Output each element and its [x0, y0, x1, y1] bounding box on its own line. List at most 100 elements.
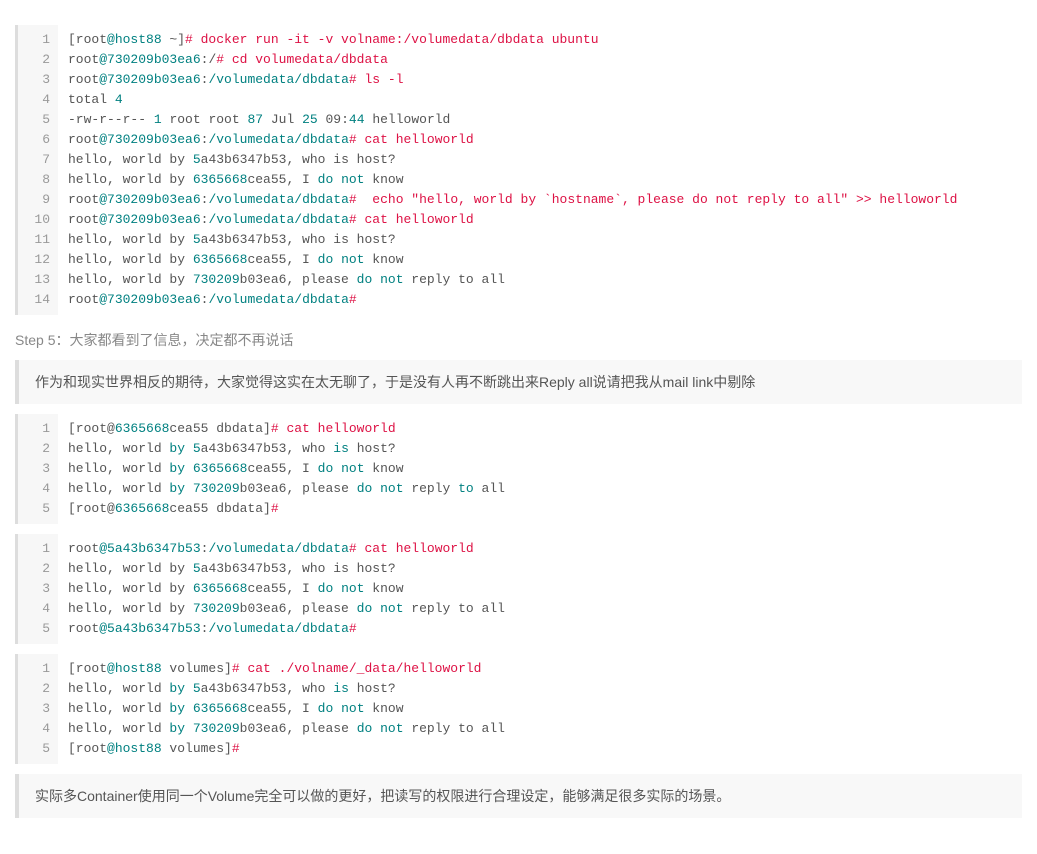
code-token: # cat helloworld	[349, 132, 474, 147]
code-token: root	[68, 72, 99, 87]
line-number: 3	[22, 579, 50, 599]
code-token: 25	[302, 112, 318, 127]
code-token: cea55 dbdata]	[169, 421, 270, 436]
code-token: not	[341, 461, 364, 476]
code-token: #	[349, 292, 357, 307]
code-token: #	[232, 741, 240, 756]
line-number: 2	[22, 50, 50, 70]
line-number: 5	[22, 499, 50, 519]
code-token: is	[333, 681, 349, 696]
code-token: 730209	[193, 272, 240, 287]
line-numbers: 12345	[18, 654, 58, 764]
code-token: reply to all	[404, 721, 505, 736]
code-token: cea55, I	[247, 701, 317, 716]
code-token: @730209b03ea6	[99, 132, 200, 147]
code-token: not	[380, 601, 403, 616]
code-token	[333, 461, 341, 476]
line-number: 6	[22, 130, 50, 150]
code-token	[372, 721, 380, 736]
code-token: hello, world by	[68, 561, 193, 576]
code-line: root@5a43b6347b53:/volumedata/dbdata#	[68, 619, 1012, 639]
code-token: root	[68, 132, 99, 147]
line-number: 7	[22, 150, 50, 170]
code-token: all	[474, 481, 505, 496]
code-line: hello, world by 730209b03ea6, please do …	[68, 599, 1012, 619]
code-token	[185, 721, 193, 736]
code-token: hello, world by	[68, 581, 193, 596]
code-token: hello, world by	[68, 252, 193, 267]
line-number: 4	[22, 599, 50, 619]
code-token: 1	[154, 112, 162, 127]
line-number: 11	[22, 230, 50, 250]
code-token: 5	[193, 681, 201, 696]
code-content[interactable]: [root@6365668cea55 dbdata]# cat hellowor…	[58, 414, 1022, 524]
code-token: 4	[115, 92, 123, 107]
code-token: @730209b03ea6	[99, 212, 200, 227]
code-content[interactable]: [root@host88 volumes]# cat ./volname/_da…	[58, 654, 1022, 764]
code-token: by	[169, 461, 185, 476]
code-token: volumes]	[162, 661, 232, 676]
line-number: 9	[22, 190, 50, 210]
code-token: /volumedata/dbdata	[208, 541, 348, 556]
code-token: a43b6347b53, who is host?	[201, 152, 396, 167]
code-line: [root@host88 ~]# docker run -it -v volna…	[68, 30, 1012, 50]
code-token: hello, world by	[68, 232, 193, 247]
code-token: root	[68, 52, 99, 67]
code-token	[333, 172, 341, 187]
code-token	[333, 252, 341, 267]
code-token: hello, world	[68, 481, 169, 496]
code-token: do	[357, 272, 373, 287]
code-token: 5	[193, 152, 201, 167]
line-number: 4	[22, 719, 50, 739]
code-token: by	[169, 701, 185, 716]
line-number: 14	[22, 290, 50, 310]
code-token: 6365668	[193, 172, 248, 187]
code-token: volumes]	[162, 741, 232, 756]
code-token: [root@	[68, 501, 115, 516]
code-token: by	[169, 721, 185, 736]
line-number: 4	[22, 479, 50, 499]
code-token: 5	[193, 232, 201, 247]
code-token: 730209	[193, 481, 240, 496]
code-token: :/	[201, 52, 217, 67]
code-token: host?	[349, 441, 396, 456]
code-token: @5a43b6347b53	[99, 541, 200, 556]
code-token: b03ea6, please	[240, 601, 357, 616]
code-token: 6365668	[193, 461, 248, 476]
code-token: @730209b03ea6	[99, 72, 200, 87]
code-token: do	[357, 481, 373, 496]
code-token: not	[380, 272, 403, 287]
code-line: root@5a43b6347b53:/volumedata/dbdata# ca…	[68, 539, 1012, 559]
code-token: @730209b03ea6	[99, 192, 200, 207]
code-token: root	[68, 621, 99, 636]
code-token: a43b6347b53, who is host?	[201, 232, 396, 247]
code-token: cea55, I	[247, 581, 317, 596]
code-token: 09:	[318, 112, 349, 127]
code-token: #	[349, 192, 357, 207]
code-token: hello, world by	[68, 272, 193, 287]
code-token: # ls -l	[349, 72, 404, 87]
code-line: root@730209b03ea6:/volumedata/dbdata# ca…	[68, 130, 1012, 150]
code-line: total 4	[68, 90, 1012, 110]
code-content[interactable]: [root@host88 ~]# docker run -it -v volna…	[58, 25, 1022, 315]
code-line: [root@6365668cea55 dbdata]# cat hellowor…	[68, 419, 1012, 439]
code-token: total	[68, 92, 115, 107]
code-token: not	[341, 172, 364, 187]
line-number: 1	[22, 30, 50, 50]
code-token: do	[318, 252, 334, 267]
code-token: 730209	[193, 721, 240, 736]
step-title: Step 5：大家都看到了信息，决定都不再说话	[15, 330, 1022, 350]
code-token: reply to all	[404, 601, 505, 616]
code-content[interactable]: root@5a43b6347b53:/volumedata/dbdata# ca…	[58, 534, 1022, 644]
code-line: hello, world by 5a43b6347b53, who is hos…	[68, 679, 1012, 699]
code-token: to	[458, 481, 474, 496]
code-token: cea55 dbdata]	[169, 501, 270, 516]
code-token: 6365668	[193, 252, 248, 267]
code-line: hello, world by 730209b03ea6, please do …	[68, 270, 1012, 290]
code-token	[185, 481, 193, 496]
code-token: #	[271, 501, 279, 516]
code-token: hello, world by	[68, 601, 193, 616]
code-token	[185, 461, 193, 476]
code-token: /volumedata/dbdata	[208, 132, 348, 147]
code-token: 5	[193, 441, 201, 456]
